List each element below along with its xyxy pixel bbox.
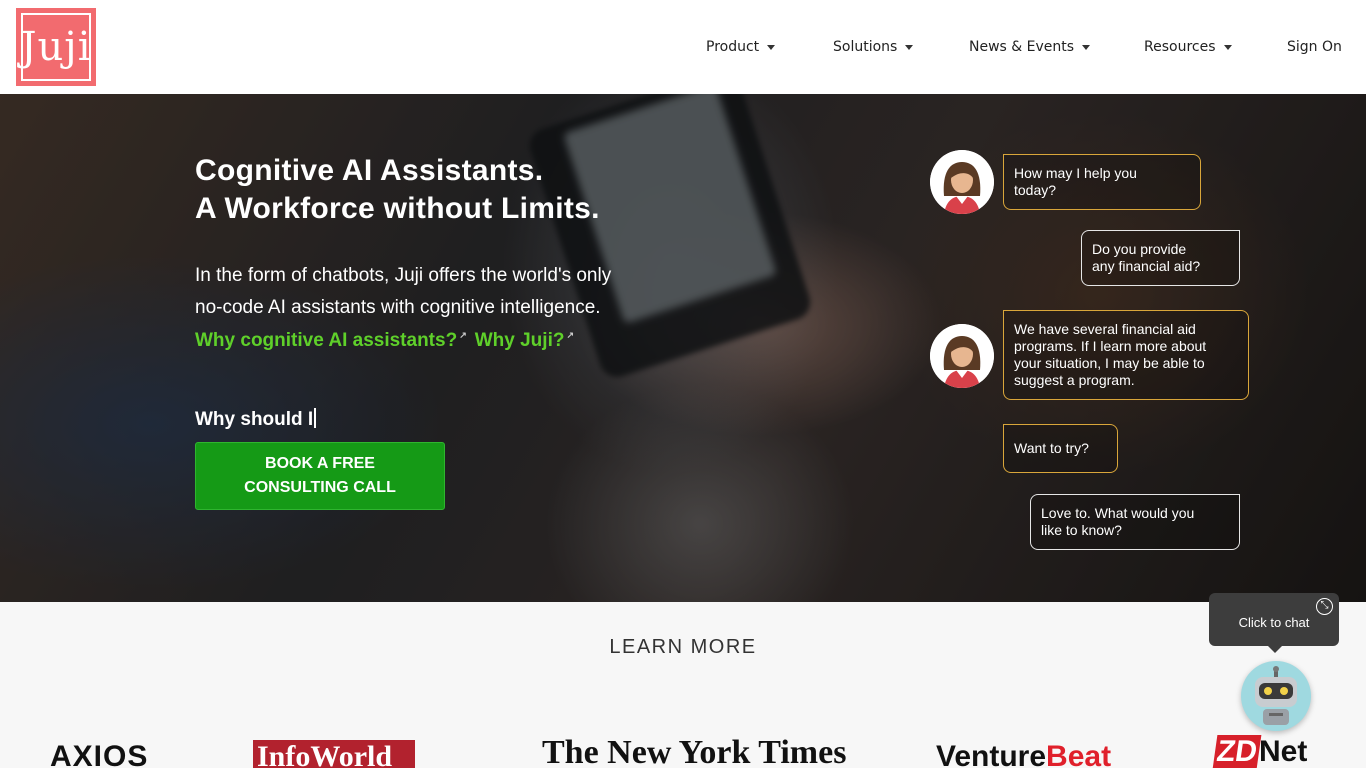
typing-text: Why should I — [195, 408, 317, 431]
why-juji-link[interactable]: Why Juji? — [475, 330, 565, 352]
chat-bubble-user-2: Love to. What would you like to know? — [1030, 494, 1240, 550]
click-to-chat-tooltip[interactable]: Click to chat ⤡ — [1209, 593, 1339, 646]
bubble2-line1: Do you provide — [1092, 241, 1187, 257]
assistant-avatar — [930, 324, 994, 388]
bubble3-line2: programs. If I learn more about — [1014, 338, 1207, 354]
venturebeat-logo-a: Venture — [936, 740, 1047, 768]
hero-lead: In the form of chatbots, Juji offers the… — [195, 260, 735, 324]
bubble5-line2: like to know? — [1041, 522, 1122, 538]
robot-icon — [1255, 666, 1297, 725]
hero-lead-line1: In the form of chatbots, Juji offers the… — [195, 265, 612, 286]
caret-down-icon — [1082, 44, 1091, 50]
book-consulting-call-button[interactable]: BOOK A FREE CONSULTING CALL — [195, 442, 445, 510]
hero-lead-line2: no-code AI assistants with cognitive int… — [195, 297, 601, 318]
zdnet-logo-b: Net — [1259, 735, 1308, 768]
main-nav: Product Solutions News & Events Resource… — [0, 38, 1366, 56]
caret-down-icon — [905, 44, 914, 50]
hero-section: Cognitive AI Assistants. A Workforce wit… — [0, 94, 1366, 602]
hero-title-line2: A Workforce without Limits. — [195, 192, 600, 225]
woman-avatar-icon — [930, 150, 994, 214]
nav-product-label: Product — [706, 39, 760, 55]
tooltip-arrow — [1268, 646, 1282, 653]
cta-line1: BOOK A FREE — [265, 455, 375, 472]
tooltip-text: Click to chat — [1238, 615, 1310, 630]
nav-product[interactable]: Product — [706, 39, 776, 55]
why-cognitive-link[interactable]: Why cognitive AI assistants? — [195, 330, 457, 352]
nyt-logo[interactable]: The New York Times — [542, 734, 846, 768]
external-link-icon: ↗ — [566, 330, 575, 340]
typing-text-value: Why should I — [195, 409, 314, 430]
hero-title: Cognitive AI Assistants. A Workforce wit… — [195, 152, 600, 228]
hero-links: Why cognitive AI assistants? ↗ Why Juji? ↗ — [195, 330, 582, 352]
nav-news-events[interactable]: News & Events — [969, 39, 1091, 55]
zdnet-logo[interactable]: ZDNet — [1212, 735, 1308, 768]
hero-title-line1: Cognitive AI Assistants. — [195, 154, 544, 187]
nav-sign-on-label: Sign On — [1287, 39, 1342, 55]
site-header: Juji Product Solutions News & Events Res… — [0, 0, 1366, 94]
caret-down-icon — [1223, 44, 1232, 50]
external-link-icon: ↗ — [459, 330, 467, 340]
nav-solutions-label: Solutions — [833, 39, 898, 55]
bubble3-line1: We have several financial aid — [1014, 321, 1196, 337]
chat-bubble-assistant-3: Want to try? — [1003, 424, 1118, 473]
assistant-avatar — [930, 150, 994, 214]
bubble1-line1: How may I help you — [1014, 165, 1137, 181]
nav-news-events-label: News & Events — [969, 39, 1075, 55]
nav-resources[interactable]: Resources — [1144, 39, 1232, 55]
collapse-icon[interactable]: ⤡ — [1316, 598, 1333, 615]
bubble5-line1: Love to. What would you — [1041, 505, 1195, 521]
text-cursor — [314, 408, 317, 428]
chat-bubble-assistant-1: How may I help you today? — [1003, 154, 1201, 210]
axios-logo[interactable]: AXIOS — [50, 740, 148, 768]
woman-avatar-icon — [930, 324, 994, 388]
bubble2-line2: any financial aid? — [1092, 258, 1201, 274]
nav-solutions[interactable]: Solutions — [833, 39, 914, 55]
zdnet-logo-a: ZD — [1212, 735, 1262, 768]
chatbot-launcher-button[interactable] — [1241, 661, 1311, 731]
bubble1-line2: today? — [1014, 182, 1057, 198]
bubble4-text: Want to try? — [1014, 440, 1089, 456]
infoworld-logo[interactable]: InfoWorld — [253, 740, 415, 768]
nav-sign-on[interactable]: Sign On — [1287, 39, 1342, 55]
nav-resources-label: Resources — [1144, 39, 1216, 55]
chat-bubble-assistant-2: We have several financial aid programs. … — [1003, 310, 1249, 400]
bubble3-line4: suggest a program. — [1014, 372, 1135, 388]
cta-line2: CONSULTING CALL — [244, 479, 396, 496]
venturebeat-logo[interactable]: VentureBeat — [936, 740, 1111, 768]
learn-more-heading: LEARN MORE — [609, 636, 757, 658]
venturebeat-logo-b: Beat — [1046, 740, 1112, 768]
caret-down-icon — [767, 44, 776, 50]
bubble3-line3: your situation, I may be able to — [1014, 355, 1205, 371]
chat-bubble-user-1: Do you provide any financial aid? — [1081, 230, 1240, 286]
